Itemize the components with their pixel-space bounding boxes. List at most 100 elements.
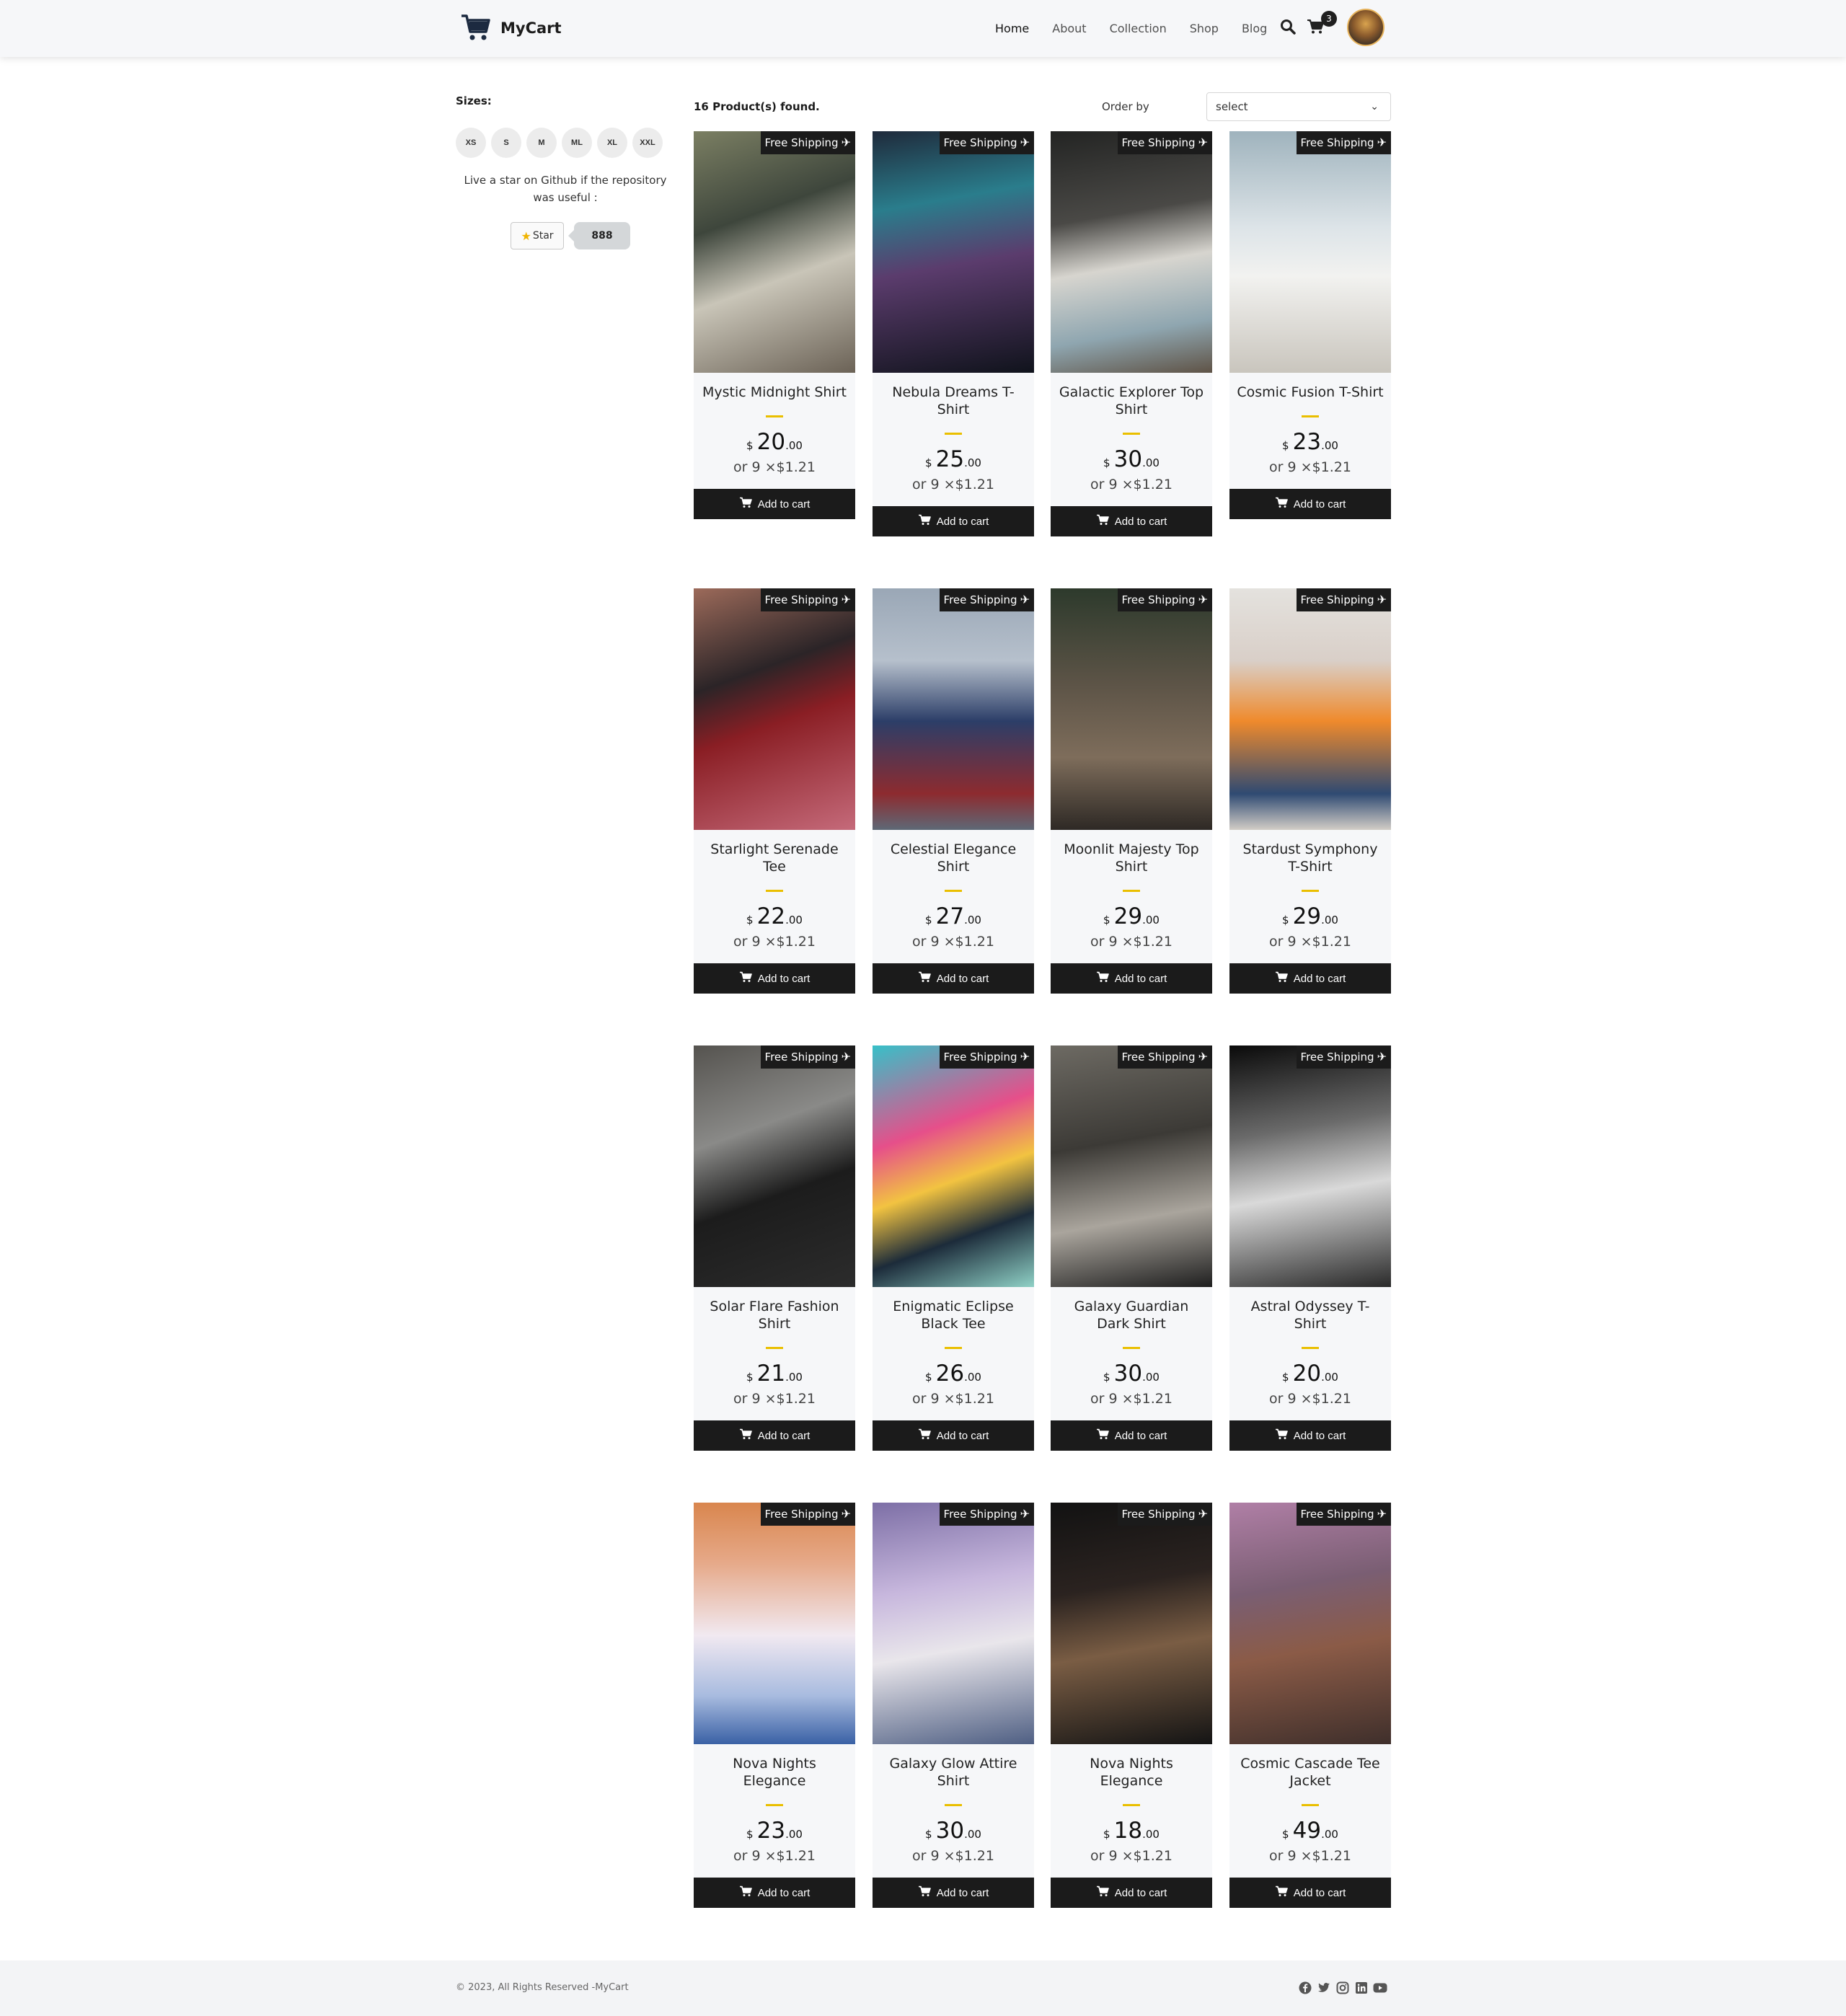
product-image[interactable]: Free Shipping ✈ <box>1229 588 1391 830</box>
facebook-icon[interactable] <box>1298 1981 1312 1995</box>
linkedin-icon[interactable] <box>1354 1981 1369 1995</box>
product-image[interactable]: Free Shipping ✈ <box>1051 588 1212 830</box>
product-card[interactable]: Free Shipping ✈ Enigmatic Eclipse Black Te… <box>873 1045 1034 1451</box>
add-to-cart-button[interactable]: Add to cart <box>694 1878 855 1908</box>
add-to-cart-button[interactable]: Add to cart <box>694 489 855 519</box>
price-decimal: .00 <box>964 1371 981 1384</box>
product-card[interactable]: Free Shipping ✈ Starlight Serenade Tee $ 22… <box>694 588 855 994</box>
free-shipping-label: Free Shipping <box>1300 593 1374 606</box>
product-image[interactable]: Free Shipping ✈ <box>873 588 1034 830</box>
nav-shop[interactable]: Shop <box>1190 22 1219 35</box>
add-to-cart-button[interactable]: Add to cart <box>873 506 1034 536</box>
youtube-icon[interactable] <box>1373 1981 1387 1995</box>
product-image[interactable]: Free Shipping ✈ <box>873 1503 1034 1744</box>
cart-icon <box>1275 497 1288 511</box>
cart-icon <box>918 1428 931 1443</box>
price-decimal: .00 <box>785 914 803 927</box>
product-image[interactable]: Free Shipping ✈ <box>694 1503 855 1744</box>
title-divider <box>1123 890 1140 892</box>
github-star-count[interactable]: 888 <box>568 222 630 249</box>
add-to-cart-button[interactable]: Add to cart <box>1051 1878 1212 1908</box>
nav-home[interactable]: Home <box>995 22 1029 35</box>
plane-icon: ✈ <box>1377 1050 1387 1064</box>
sizes-title: Sizes: <box>456 94 492 107</box>
order-by-select[interactable]: select ⌄ <box>1206 92 1391 121</box>
product-card[interactable]: Free Shipping ✈ Nova Nights Elegance $ 23.0… <box>694 1503 855 1908</box>
main-nav: Home About Collection Shop Blog <box>995 22 1290 35</box>
footer: © 2023, All Rights Reserved -MyCart <box>0 1960 1846 2016</box>
add-to-cart-button[interactable]: Add to cart <box>694 1420 855 1451</box>
product-image[interactable]: Free Shipping ✈ <box>1229 1045 1391 1287</box>
product-image[interactable]: Free Shipping ✈ <box>1051 1503 1212 1744</box>
size-s-button[interactable]: S <box>491 128 521 158</box>
product-image[interactable]: Free Shipping ✈ <box>694 131 855 373</box>
product-card[interactable]: Free Shipping ✈ Nova Nights Elegance $ 18.0… <box>1051 1503 1212 1908</box>
search-icon[interactable] <box>1280 19 1296 37</box>
instagram-icon[interactable] <box>1335 1981 1350 1995</box>
github-star-button[interactable]: ★ Star <box>511 222 564 249</box>
nav-about[interactable]: About <box>1052 22 1086 35</box>
product-card[interactable]: Free Shipping ✈ Astral Odyssey T-Shirt $ 20… <box>1229 1045 1391 1451</box>
free-shipping-tag: Free Shipping ✈ <box>1296 1503 1391 1526</box>
size-xl-button[interactable]: XL <box>597 128 627 158</box>
product-card[interactable]: Free Shipping ✈ Galaxy Glow Attire Shirt $ … <box>873 1503 1034 1908</box>
price-integer: 18 <box>1113 1818 1143 1844</box>
product-image[interactable]: Free Shipping ✈ <box>1229 131 1391 373</box>
add-to-cart-button[interactable]: Add to cart <box>1229 1420 1391 1451</box>
add-to-cart-button[interactable]: Add to cart <box>873 1420 1034 1451</box>
product-card[interactable]: Free Shipping ✈ Celestial Elegance Shirt $ … <box>873 588 1034 994</box>
installment-text: or 9 ×$1.21 <box>733 459 816 475</box>
add-to-cart-button[interactable]: Add to cart <box>694 963 855 994</box>
nav-collection[interactable]: Collection <box>1110 22 1167 35</box>
add-to-cart-label: Add to cart <box>1114 1886 1167 1899</box>
order-by-label: Order by <box>1102 100 1149 113</box>
plane-icon: ✈ <box>1020 1050 1030 1064</box>
product-card[interactable]: Free Shipping ✈ Cosmic Fusion T-Shirt $ 23.… <box>1229 131 1391 519</box>
price-integer: 26 <box>935 1361 965 1387</box>
free-shipping-label: Free Shipping <box>1121 1051 1196 1064</box>
product-image[interactable]: Free Shipping ✈ <box>1229 1503 1391 1744</box>
size-m-button[interactable]: M <box>526 128 557 158</box>
product-price: $ 23.00 <box>694 1818 855 1844</box>
product-title: Cosmic Cascade Tee Jacket <box>1240 1756 1380 1789</box>
product-card[interactable]: Free Shipping ✈ Cosmic Cascade Tee Jacket $… <box>1229 1503 1391 1908</box>
price-decimal: .00 <box>1321 439 1338 452</box>
add-to-cart-button[interactable]: Add to cart <box>873 963 1034 994</box>
product-title: Cosmic Fusion T-Shirt <box>1237 384 1384 400</box>
product-image[interactable]: Free Shipping ✈ <box>694 1045 855 1287</box>
product-card[interactable]: Free Shipping ✈ Moonlit Majesty Top Shirt $… <box>1051 588 1212 994</box>
size-xs-button[interactable]: XS <box>456 128 486 158</box>
cart-icon <box>1275 1885 1288 1900</box>
product-image[interactable]: Free Shipping ✈ <box>694 588 855 830</box>
add-to-cart-button[interactable]: Add to cart <box>1051 1420 1212 1451</box>
product-card[interactable]: Free Shipping ✈ Mystic Midnight Shirt $ 20.… <box>694 131 855 519</box>
add-to-cart-button[interactable]: Add to cart <box>1229 1878 1391 1908</box>
size-ml-button[interactable]: ML <box>562 128 592 158</box>
add-to-cart-button[interactable]: Add to cart <box>873 1878 1034 1908</box>
brand-logo[interactable]: MyCart <box>460 13 562 43</box>
product-card[interactable]: Free Shipping ✈ Solar Flare Fashion Shirt $… <box>694 1045 855 1451</box>
user-avatar[interactable] <box>1347 9 1384 46</box>
twitter-icon[interactable] <box>1317 1981 1331 1995</box>
add-to-cart-label: Add to cart <box>936 515 989 528</box>
title-divider <box>945 1804 962 1806</box>
add-to-cart-button[interactable]: Add to cart <box>1229 963 1391 994</box>
add-to-cart-button[interactable]: Add to cart <box>1229 489 1391 519</box>
product-card[interactable]: Free Shipping ✈ Nebula Dreams T-Shirt $ 25.… <box>873 131 1034 536</box>
product-image[interactable]: Free Shipping ✈ <box>873 131 1034 373</box>
product-image[interactable]: Free Shipping ✈ <box>873 1045 1034 1287</box>
price-currency: $ <box>1282 439 1289 452</box>
add-to-cart-button[interactable]: Add to cart <box>1051 963 1212 994</box>
price-currency: $ <box>1103 914 1110 927</box>
product-card[interactable]: Free Shipping ✈ Stardust Symphony T-Shirt $… <box>1229 588 1391 994</box>
product-image[interactable]: Free Shipping ✈ <box>1051 1045 1212 1287</box>
product-card[interactable]: Free Shipping ✈ Galaxy Guardian Dark Shirt… <box>1051 1045 1212 1451</box>
price-decimal: .00 <box>1321 914 1338 927</box>
product-card[interactable]: Free Shipping ✈ Galactic Explorer Top Shir… <box>1051 131 1212 536</box>
product-image[interactable]: Free Shipping ✈ <box>1051 131 1212 373</box>
nav-blog[interactable]: Blog <box>1242 22 1267 35</box>
price-currency: $ <box>925 914 932 927</box>
add-to-cart-button[interactable]: Add to cart <box>1051 506 1212 536</box>
size-xxl-button[interactable]: XXL <box>632 128 663 158</box>
free-shipping-label: Free Shipping <box>1121 1508 1196 1521</box>
